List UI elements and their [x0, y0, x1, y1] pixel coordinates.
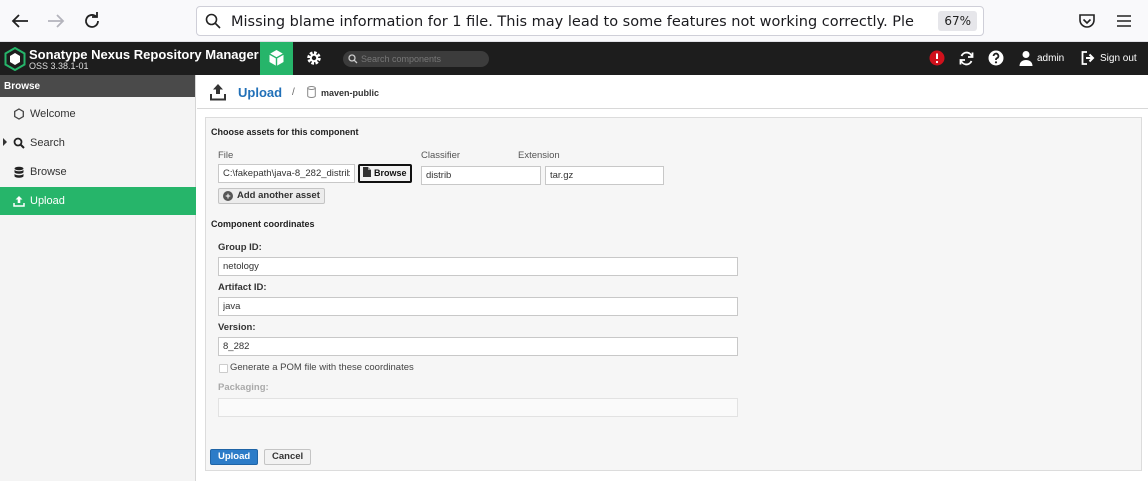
- group-id-label: Group ID:: [218, 242, 262, 253]
- breadcrumb: Upload / maven-public: [197, 75, 1148, 109]
- sidebar-header: Browse: [0, 75, 195, 97]
- app-version: OSS 3.38.1-01: [29, 61, 89, 71]
- app-header: Sonatype Nexus Repository Manager OSS 3.…: [0, 42, 1148, 75]
- search-components-input[interactable]: [361, 52, 485, 66]
- breadcrumb-separator: /: [292, 87, 295, 98]
- hexagon-icon: [14, 108, 24, 120]
- generate-pom-checkbox[interactable]: [219, 364, 228, 373]
- database-icon: [307, 86, 316, 98]
- sidebar-item-search[interactable]: Search: [0, 129, 196, 157]
- add-another-asset-button[interactable]: + Add another asset: [218, 188, 325, 204]
- help-icon[interactable]: [988, 50, 1004, 66]
- refresh-icon[interactable]: [958, 50, 975, 67]
- sidebar: Browse Welcome Search Browse Upload: [0, 75, 196, 481]
- back-arrow-icon: [11, 14, 28, 28]
- group-id-field[interactable]: [218, 257, 738, 276]
- coordinates-section-title: Component coordinates: [211, 219, 315, 229]
- browse-mode-button[interactable]: [260, 42, 293, 75]
- breadcrumb-upload-link[interactable]: Upload: [238, 85, 282, 100]
- reload-icon: [85, 12, 99, 28]
- sidebar-item-browse[interactable]: Browse: [0, 158, 196, 186]
- artifact-id-label: Artifact ID:: [218, 282, 267, 293]
- user-name: admin: [1037, 53, 1065, 64]
- file-icon: [363, 167, 371, 177]
- add-asset-label: Add another asset: [237, 190, 320, 201]
- extension-field[interactable]: [545, 166, 664, 185]
- packaging-field[interactable]: [218, 398, 738, 417]
- search-icon: [348, 54, 358, 64]
- artifact-id-field[interactable]: [218, 297, 738, 316]
- browse-label: Browse: [374, 168, 407, 178]
- address-bar[interactable]: Missing blame information for 1 file. Th…: [196, 6, 984, 36]
- expand-caret-icon[interactable]: [3, 138, 7, 146]
- upload-icon: [210, 84, 226, 101]
- sidebar-item-upload[interactable]: Upload: [0, 187, 196, 215]
- assets-section-title: Choose assets for this component: [211, 127, 359, 137]
- sidebar-item-welcome[interactable]: Welcome: [0, 100, 196, 128]
- address-text: Missing blame information for 1 file. Th…: [231, 14, 915, 30]
- search-icon: [13, 137, 25, 149]
- zoom-level-badge[interactable]: 67%: [938, 11, 977, 31]
- reload-button[interactable]: [80, 9, 104, 33]
- forward-button[interactable]: [44, 9, 68, 33]
- search-components-field[interactable]: [343, 51, 489, 67]
- upload-button[interactable]: Upload: [210, 449, 259, 465]
- sidebar-item-label: Upload: [30, 195, 65, 207]
- breadcrumb-repository: maven-public: [321, 88, 380, 98]
- sidebar-item-label: Welcome: [30, 108, 76, 120]
- upload-form: Choose assets for this component File Cl…: [205, 117, 1142, 471]
- back-button[interactable]: [8, 9, 32, 33]
- alert-icon[interactable]: [929, 50, 945, 66]
- gear-icon: [307, 51, 321, 65]
- app-title: Sonatype Nexus Repository Manager: [29, 47, 259, 62]
- sidebar-item-label: Search: [30, 137, 65, 149]
- menu-icon[interactable]: [1114, 11, 1134, 31]
- browse-button[interactable]: Browse: [358, 164, 412, 183]
- main-panel: Upload / maven-public Choose assets for …: [197, 75, 1148, 481]
- cube-icon: [269, 50, 284, 66]
- version-label: Version:: [218, 322, 256, 333]
- plus-circle-icon: +: [223, 191, 233, 201]
- packaging-label: Packaging:: [218, 382, 269, 393]
- classifier-label: Classifier: [421, 150, 461, 161]
- search-icon: [205, 13, 221, 29]
- sidebar-item-label: Browse: [30, 166, 67, 178]
- cancel-button[interactable]: Cancel: [264, 449, 312, 465]
- admin-mode-button[interactable]: [300, 42, 328, 75]
- extension-label: Extension: [518, 150, 560, 161]
- upload-icon: [13, 196, 25, 207]
- file-path-field[interactable]: [218, 164, 355, 183]
- generate-pom-label: Generate a POM file with these coordinat…: [230, 362, 414, 373]
- database-icon: [14, 166, 24, 178]
- classifier-field[interactable]: [421, 166, 541, 185]
- nexus-logo-icon: [4, 47, 26, 71]
- version-field[interactable]: [218, 337, 738, 356]
- sign-out-label: Sign out: [1100, 53, 1137, 64]
- user-icon: [1019, 51, 1033, 66]
- pocket-icon[interactable]: [1077, 11, 1097, 31]
- browser-toolbar: Missing blame information for 1 file. Th…: [0, 0, 1148, 42]
- forward-arrow-icon: [48, 14, 65, 28]
- file-label: File: [218, 150, 234, 161]
- sign-out-icon: [1081, 51, 1095, 65]
